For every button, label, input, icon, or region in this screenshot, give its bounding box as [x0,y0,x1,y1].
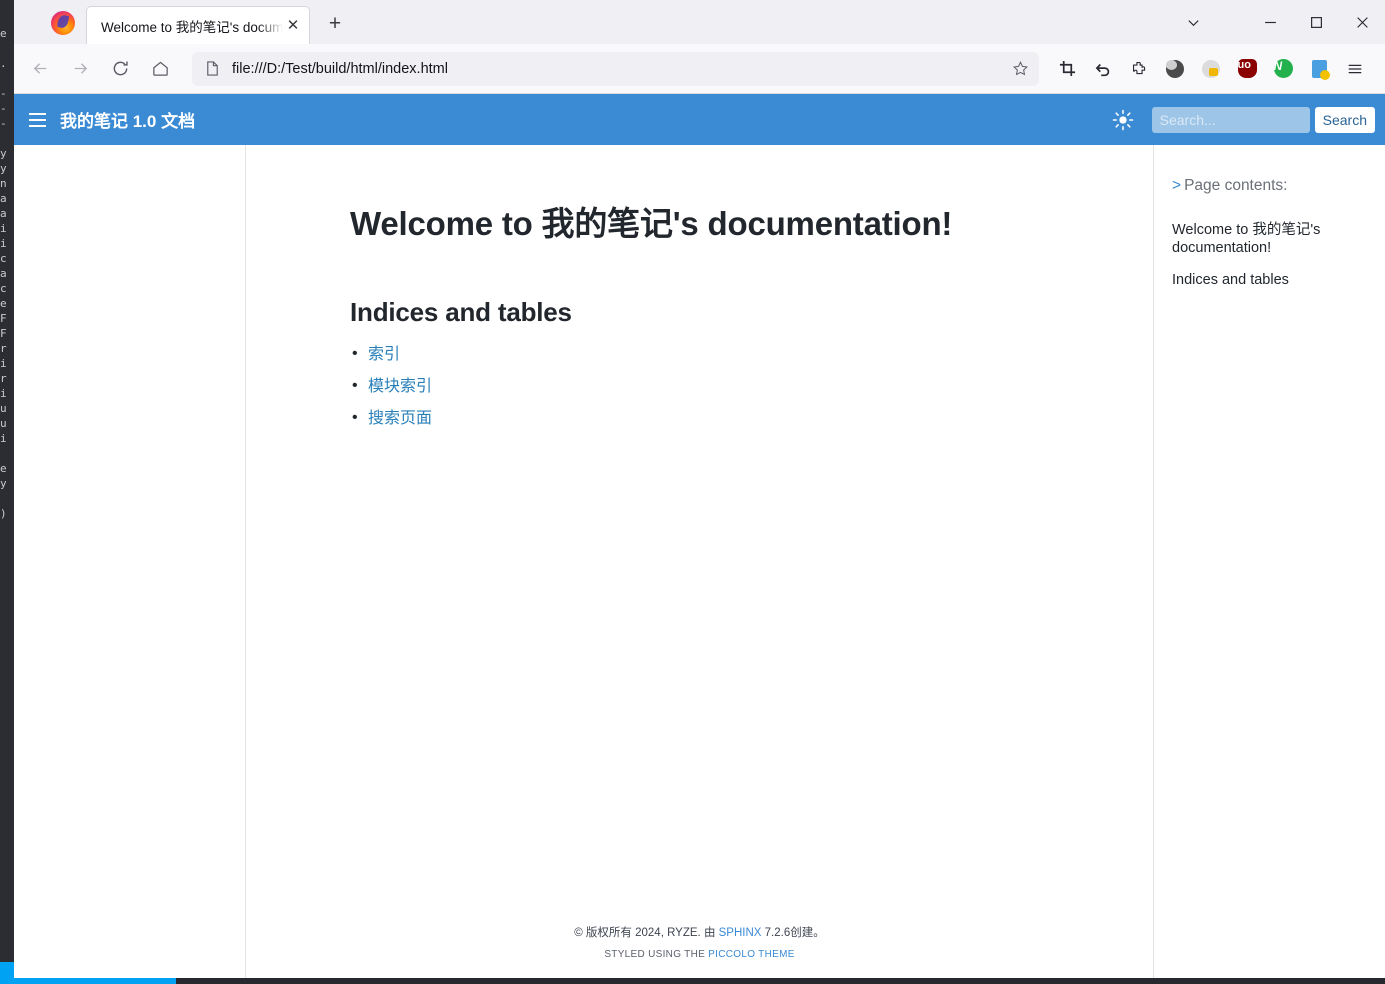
tab-title: Welcome to 我的笔记's documentation! [101,19,283,35]
tab-strip: Welcome to 我的笔记's documentation! ✕ + [14,0,1385,44]
indices-link-list: 索引 模块索引 搜索页面 [350,343,1093,430]
copyright-line: © 版权所有 2024, RYZE. 由 SPHINX 7.2.6创建。 [246,924,1153,940]
undo-arrow-icon[interactable] [1086,52,1120,86]
hamburger-menu-icon[interactable] [20,103,54,137]
right-sidebar-toc: > Page contents: Welcome to 我的笔记's docume… [1153,145,1385,978]
sun-icon[interactable] [1108,105,1138,135]
copyright-prefix: © 版权所有 2024, RYZE. 由 [574,927,719,939]
site-title: 我的笔记 1.0 文档 [60,112,196,131]
list-item: Welcome to 我的笔记's documentation! [1172,221,1369,257]
firefox-browser-window: Welcome to 我的笔记's documentation! ✕ + [14,0,1385,978]
star-icon[interactable] [1007,56,1033,82]
sphinx-link[interactable]: SPHINX [719,927,762,939]
piccolo-theme-link[interactable]: PICCOLO THEME [708,949,795,960]
tab-list-chevron-down-icon[interactable] [1165,0,1221,44]
search-box: Search [1151,106,1375,133]
sphinx-header-bar: 我的笔记 1.0 文档 Search [14,94,1385,145]
list-item: Indices and tables [1172,271,1369,289]
maximize-icon[interactable] [1293,0,1339,44]
link-modindex[interactable]: 模块索引 [368,378,432,395]
home-icon[interactable] [142,52,178,86]
link-genindex[interactable]: 索引 [368,346,400,363]
theme-credit-prefix: STYLED USING THE [604,949,709,960]
minimize-icon[interactable] [1247,0,1293,44]
toc-link-indices[interactable]: Indices and tables [1172,271,1369,289]
chevron-right-icon: > [1172,177,1182,194]
toc-heading-label: Page contents: [1184,177,1288,194]
address-bar[interactable]: file:///D:/Test/build/html/index.html [192,51,1039,86]
copyright-suffix: 7.2.6创建。 [761,927,825,939]
page-footer: © 版权所有 2024, RYZE. 由 SPHINX 7.2.6创建。 STY… [246,924,1153,978]
toc-list: Welcome to 我的笔记's documentation! Indices… [1172,221,1369,289]
list-item: 索引 [352,343,1093,366]
monkey-extension-icon[interactable] [1158,52,1192,86]
browser-tab[interactable]: Welcome to 我的笔记's documentation! ✕ [86,6,310,44]
address-bar-url: file:///D:/Test/build/html/index.html [232,60,448,77]
nimbus-extension-icon[interactable]: N [1266,52,1300,86]
tab-close-icon[interactable]: ✕ [283,16,303,36]
main-content: Welcome to 我的笔记's documentation! Indices… [246,145,1153,924]
reload-icon[interactable] [102,52,138,86]
toc-link-welcome[interactable]: Welcome to 我的笔记's documentation! [1172,221,1369,257]
sphinx-documentation-page: 我的笔记 1.0 文档 Search Welcome to 我的笔记's doc… [14,94,1385,978]
privacy-lock-icon[interactable] [1194,52,1228,86]
firefox-logo-icon [48,8,78,38]
new-tab-button[interactable]: + [318,7,352,41]
list-item: 模块索引 [352,375,1093,398]
section-title: Indices and tables [350,297,572,327]
left-sidebar [14,145,246,978]
screenshot-crop-icon[interactable] [1050,52,1084,86]
link-search[interactable]: 搜索页面 [368,410,432,427]
list-item: 搜索页面 [352,407,1093,430]
app-menu-icon[interactable] [1338,52,1372,86]
download-document-icon[interactable] [1302,52,1336,86]
back-icon[interactable] [22,52,58,86]
forward-icon[interactable] [62,52,98,86]
page-title: Welcome to 我的笔记's documentation! [350,205,953,242]
page-body: Welcome to 我的笔记's documentation! Indices… [14,145,1385,978]
puzzle-extension-icon[interactable] [1122,52,1156,86]
ublock-origin-icon[interactable]: uo [1230,52,1264,86]
toc-heading: > Page contents: [1172,177,1369,195]
theme-credit-line: STYLED USING THE PICCOLO THEME [246,949,1153,960]
search-input[interactable] [1151,106,1310,133]
content-column: Welcome to 我的笔记's documentation! Indices… [246,145,1153,978]
window-controls [1165,0,1385,44]
close-icon[interactable] [1339,0,1385,44]
navigation-toolbar: file:///D:/Test/build/html/index.html uo… [14,44,1385,94]
page-document-icon [204,60,222,78]
search-button[interactable]: Search [1314,106,1375,133]
